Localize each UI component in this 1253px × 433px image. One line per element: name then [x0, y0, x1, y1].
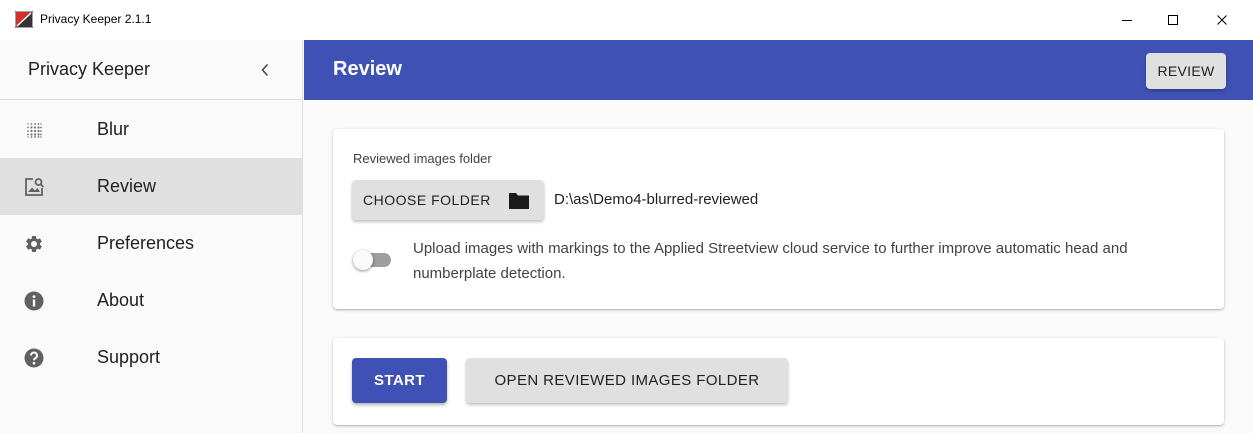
sidebar-item-about[interactable]: About: [0, 272, 303, 329]
sidebar-item-label: Blur: [97, 119, 130, 139]
upload-description: Upload images with markings to the Appli…: [413, 240, 1128, 282]
main-content: Reviewed images folder CHOOSE FOLDER D:\…: [304, 100, 1253, 433]
upload-toggle[interactable]: [353, 248, 395, 272]
choose-folder-button[interactable]: CHOOSE FOLDER: [352, 180, 544, 220]
blur-grid-icon: [23, 119, 45, 141]
sidebar-item-review[interactable]: Review: [0, 158, 303, 215]
window-title: Privacy Keeper 2.1.1: [40, 12, 152, 26]
sidebar-item-blur[interactable]: Blur: [0, 101, 303, 158]
sidebar-item-label: Review: [97, 176, 157, 196]
image-search-icon: [23, 176, 45, 198]
sidebar: Privacy Keeper Blur Review Preferences A…: [0, 40, 303, 433]
folder-card: Reviewed images folder CHOOSE FOLDER D:\…: [333, 129, 1224, 309]
sidebar-brand: Privacy Keeper: [28, 59, 151, 79]
sidebar-item-label: Support: [97, 347, 161, 367]
close-button[interactable]: [1199, 0, 1245, 40]
minimize-button[interactable]: [1104, 0, 1150, 40]
sidebar-item-label: About: [97, 290, 145, 310]
app-window: Privacy Keeper 2.1.1 Privacy Keeper Blur…: [0, 0, 1253, 433]
sidebar-item-support[interactable]: Support: [0, 329, 303, 386]
actions-card: START OPEN REVIEWED IMAGES FOLDER: [333, 338, 1224, 425]
toggle-thumb: [353, 250, 373, 270]
help-icon: [23, 347, 45, 369]
maximize-icon: [1168, 15, 1178, 25]
maximize-button[interactable]: [1150, 0, 1196, 40]
info-icon: [23, 290, 45, 312]
choose-folder-label: CHOOSE FOLDER: [363, 192, 491, 208]
sidebar-header: Privacy Keeper: [0, 40, 302, 100]
gear-icon: [23, 233, 45, 255]
sidebar-item-label: Preferences: [97, 233, 195, 253]
minimize-icon: [1122, 20, 1132, 21]
open-reviewed-folder-button[interactable]: OPEN REVIEWED IMAGES FOLDER: [466, 358, 788, 403]
app-bar: Review REVIEW: [304, 40, 1253, 100]
review-button[interactable]: REVIEW: [1146, 53, 1226, 89]
sidebar-item-preferences[interactable]: Preferences: [0, 215, 303, 272]
close-icon: [1217, 15, 1227, 25]
folder-icon: [509, 193, 529, 209]
app-logo-icon: [15, 11, 33, 28]
folder-label: Reviewed images folder: [353, 151, 492, 166]
title-bar: Privacy Keeper 2.1.1: [0, 0, 1253, 40]
start-button[interactable]: START: [352, 358, 447, 403]
chevron-left-icon[interactable]: [255, 60, 275, 80]
page-title: Review: [333, 58, 402, 80]
folder-path: D:\as\Demo4-blurred-reviewed: [554, 191, 759, 208]
